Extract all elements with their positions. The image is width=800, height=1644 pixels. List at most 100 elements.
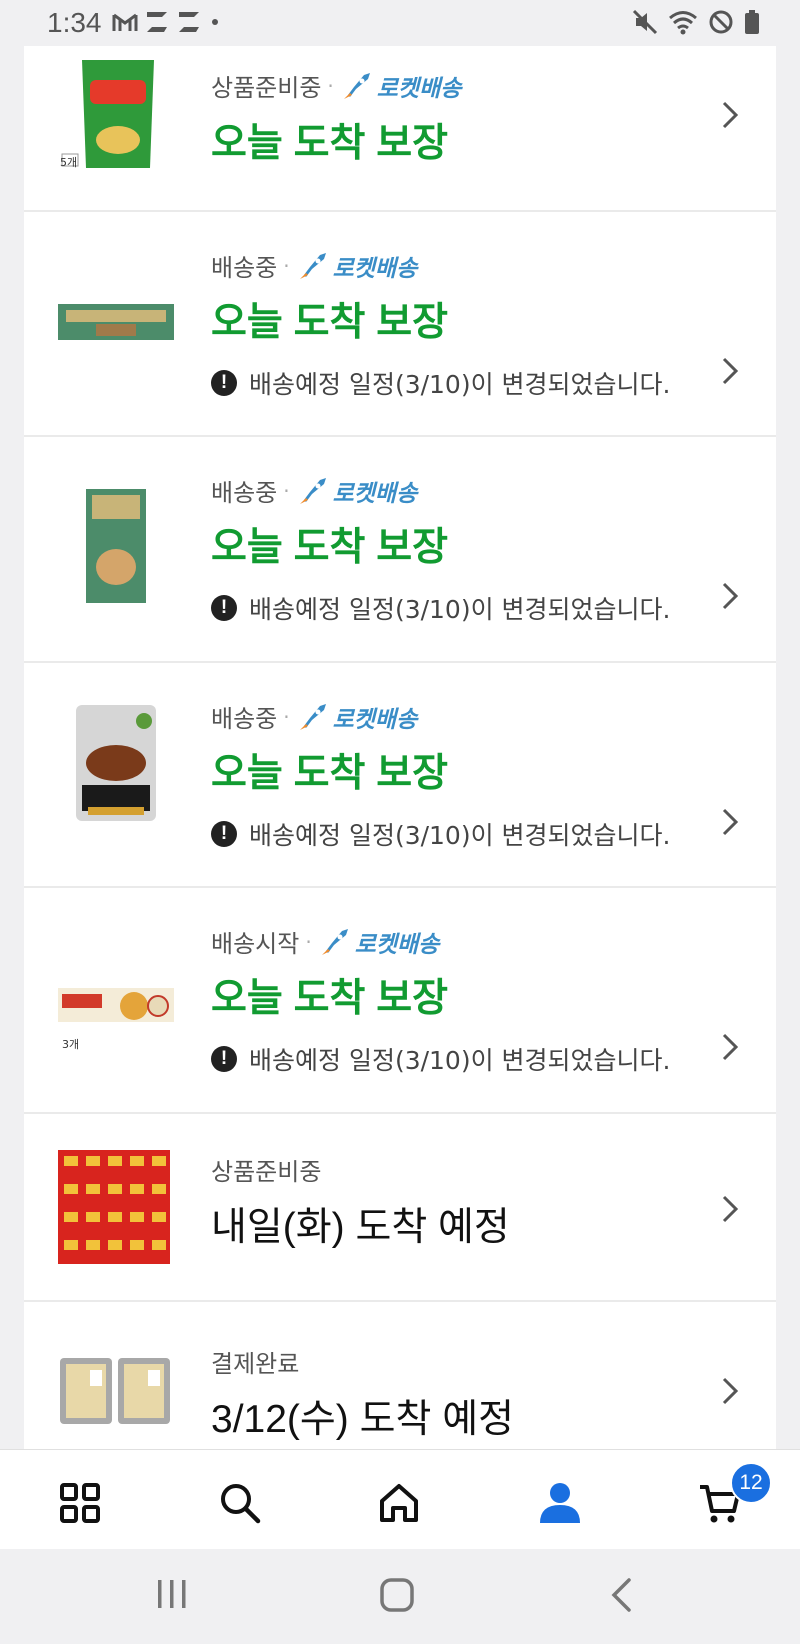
schedule-change-notice: ! 배송예정 일정(3/10)이 변경되었습니다. bbox=[211, 1041, 671, 1077]
thumb-count-badge: 3개 bbox=[62, 1038, 80, 1051]
order-item[interactable]: 결제완료 3/12(수) 도착 예정 bbox=[24, 1302, 776, 1449]
schedule-change-notice: ! 배송예정 일정(3/10)이 변경되었습니다. bbox=[211, 590, 671, 626]
do-not-disturb-icon bbox=[709, 10, 733, 34]
status-bar: 1:34 bbox=[0, 0, 800, 46]
product-thumbnail-cracker-box-tall bbox=[86, 489, 146, 603]
product-thumbnail-red-snack-cases bbox=[58, 1150, 170, 1264]
arrival-estimate: 3/12(수) 도착 예정 bbox=[211, 1398, 514, 1441]
z-app-icon bbox=[147, 12, 167, 32]
notification-icons bbox=[112, 9, 222, 35]
order-status-line: 배송중 · 로켓배송 bbox=[211, 473, 417, 508]
rocket-icon bbox=[343, 72, 370, 99]
order-status-line: 상품준비중 bbox=[211, 1152, 321, 1187]
home-button-icon[interactable] bbox=[379, 1577, 415, 1613]
order-item[interactable]: 3개 배송시작 · 로켓배송 오늘 도착 보장 ! 배송예정 일정(3/10)이… bbox=[24, 888, 776, 1114]
arrival-guarantee: 오늘 도착 보장 bbox=[211, 122, 448, 165]
order-item[interactable]: 배송중 · 로켓배송 오늘 도착 보장 ! 배송예정 일정(3/10)이 변경되… bbox=[24, 437, 776, 663]
battery-icon bbox=[745, 10, 759, 34]
nav-home[interactable] bbox=[369, 1475, 429, 1531]
rocket-delivery-label: 로켓배송 bbox=[332, 706, 418, 733]
order-status: 배송시작 bbox=[211, 930, 300, 958]
order-status: 배송중 bbox=[211, 705, 278, 733]
chevron-right-icon[interactable] bbox=[721, 1032, 739, 1062]
arrival-guarantee: 오늘 도착 보장 bbox=[211, 301, 448, 344]
chevron-right-icon[interactable] bbox=[721, 807, 739, 837]
arrival-guarantee: 오늘 도착 보장 bbox=[211, 752, 448, 795]
bottom-navigation bbox=[0, 1449, 800, 1550]
more-dot-icon bbox=[212, 19, 218, 25]
nav-search[interactable] bbox=[210, 1475, 270, 1531]
order-status-line: 배송시작 · 로켓배송 bbox=[211, 924, 439, 959]
recent-apps-icon[interactable] bbox=[156, 1577, 188, 1611]
nav-categories[interactable] bbox=[50, 1475, 110, 1531]
status-time: 1:34 bbox=[47, 7, 102, 38]
notice-text: 배송예정 일정(3/10)이 변경되었습니다. bbox=[249, 1046, 671, 1075]
system-navigation-bar bbox=[0, 1549, 800, 1644]
separator-dot: · bbox=[283, 253, 290, 278]
z-app-icon-2 bbox=[179, 12, 199, 32]
schedule-change-notice: ! 배송예정 일정(3/10)이 변경되었습니다. bbox=[211, 816, 671, 852]
arrival-guarantee: 오늘 도착 보장 bbox=[211, 977, 448, 1020]
order-list[interactable]: 5개 상품준비중 · 로켓배송 오늘 도착 보장 배송중 · 로켓배송 오늘 도 bbox=[24, 46, 776, 1449]
search-icon bbox=[221, 1484, 261, 1524]
product-thumbnail-food-trays bbox=[60, 1358, 170, 1424]
chevron-right-icon[interactable] bbox=[721, 356, 739, 386]
separator-dot: · bbox=[283, 704, 290, 729]
arrival-estimate: 내일(화) 도착 예정 bbox=[211, 1206, 510, 1249]
my-account-icon bbox=[540, 1483, 580, 1523]
chevron-right-icon[interactable] bbox=[721, 1194, 739, 1224]
home-icon bbox=[380, 1484, 418, 1522]
rocket-icon bbox=[299, 477, 326, 504]
rocket-delivery-label: 로켓배송 bbox=[376, 75, 462, 102]
order-status: 결제완료 bbox=[211, 1350, 300, 1378]
rocket-icon bbox=[299, 703, 326, 730]
rocket-delivery-badge: 로켓배송 bbox=[318, 925, 440, 959]
chevron-right-icon[interactable] bbox=[721, 1376, 739, 1406]
system-status-icons bbox=[632, 9, 760, 35]
rocket-icon bbox=[321, 928, 348, 955]
rocket-delivery-badge: 로켓배송 bbox=[296, 700, 418, 734]
order-status: 배송중 bbox=[211, 254, 278, 282]
order-status-line: 배송중 · 로켓배송 bbox=[211, 248, 417, 283]
rocket-delivery-label: 로켓배송 bbox=[354, 931, 440, 958]
product-thumbnail-noodle-pack bbox=[76, 705, 156, 821]
cart-count-badge: 12 bbox=[730, 1462, 772, 1504]
order-status-line: 배송중 · 로켓배송 bbox=[211, 699, 417, 734]
exclamation-icon: ! bbox=[211, 595, 237, 621]
separator-dot: · bbox=[283, 478, 290, 503]
separator-dot: · bbox=[327, 73, 334, 98]
gmail-icon bbox=[112, 13, 138, 31]
order-item[interactable]: 상품준비중 내일(화) 도착 예정 bbox=[24, 1114, 776, 1302]
rocket-delivery-badge: 로켓배송 bbox=[296, 249, 417, 283]
product-thumbnail-cracker-box bbox=[58, 304, 174, 340]
nav-my-account[interactable] bbox=[530, 1475, 590, 1531]
separator-dot: · bbox=[305, 929, 312, 954]
wifi-icon bbox=[669, 11, 697, 35]
order-status: 상품준비중 bbox=[211, 1158, 322, 1186]
mute-icon bbox=[632, 9, 658, 35]
order-status: 상품준비중 bbox=[211, 74, 322, 102]
chevron-right-icon[interactable] bbox=[721, 581, 739, 611]
exclamation-icon: ! bbox=[211, 1046, 237, 1072]
order-status: 배송중 bbox=[211, 479, 278, 507]
chevron-right-icon[interactable] bbox=[721, 100, 739, 130]
rocket-delivery-label: 로켓배송 bbox=[332, 480, 418, 507]
schedule-change-notice: ! 배송예정 일정(3/10)이 변경되었습니다. bbox=[211, 365, 671, 401]
notice-text: 배송예정 일정(3/10)이 변경되었습니다. bbox=[249, 370, 671, 399]
exclamation-icon: ! bbox=[211, 821, 237, 847]
product-thumbnail-wafer-box bbox=[58, 988, 174, 1022]
order-status-line: 상품준비중 · 로켓배송 bbox=[211, 68, 461, 103]
rocket-delivery-badge: 로켓배송 bbox=[340, 69, 462, 103]
order-status-line: 결제완료 bbox=[211, 1344, 299, 1379]
categories-icon bbox=[60, 1483, 100, 1523]
arrival-guarantee: 오늘 도착 보장 bbox=[211, 526, 448, 569]
rocket-icon bbox=[299, 252, 326, 279]
thumb-count-badge: 5개 bbox=[60, 156, 78, 169]
rocket-delivery-badge: 로켓배송 bbox=[296, 474, 418, 508]
exclamation-icon: ! bbox=[211, 370, 237, 396]
order-item[interactable]: 5개 상품준비중 · 로켓배송 오늘 도착 보장 bbox=[24, 46, 776, 212]
notice-text: 배송예정 일정(3/10)이 변경되었습니다. bbox=[249, 595, 671, 624]
order-item[interactable]: 배송중 · 로켓배송 오늘 도착 보장 ! 배송예정 일정(3/10)이 변경되… bbox=[24, 663, 776, 888]
order-item[interactable]: 배송중 · 로켓배송 오늘 도착 보장 ! 배송예정 일정(3/10)이 변경되… bbox=[24, 212, 776, 437]
back-icon[interactable] bbox=[609, 1577, 633, 1613]
